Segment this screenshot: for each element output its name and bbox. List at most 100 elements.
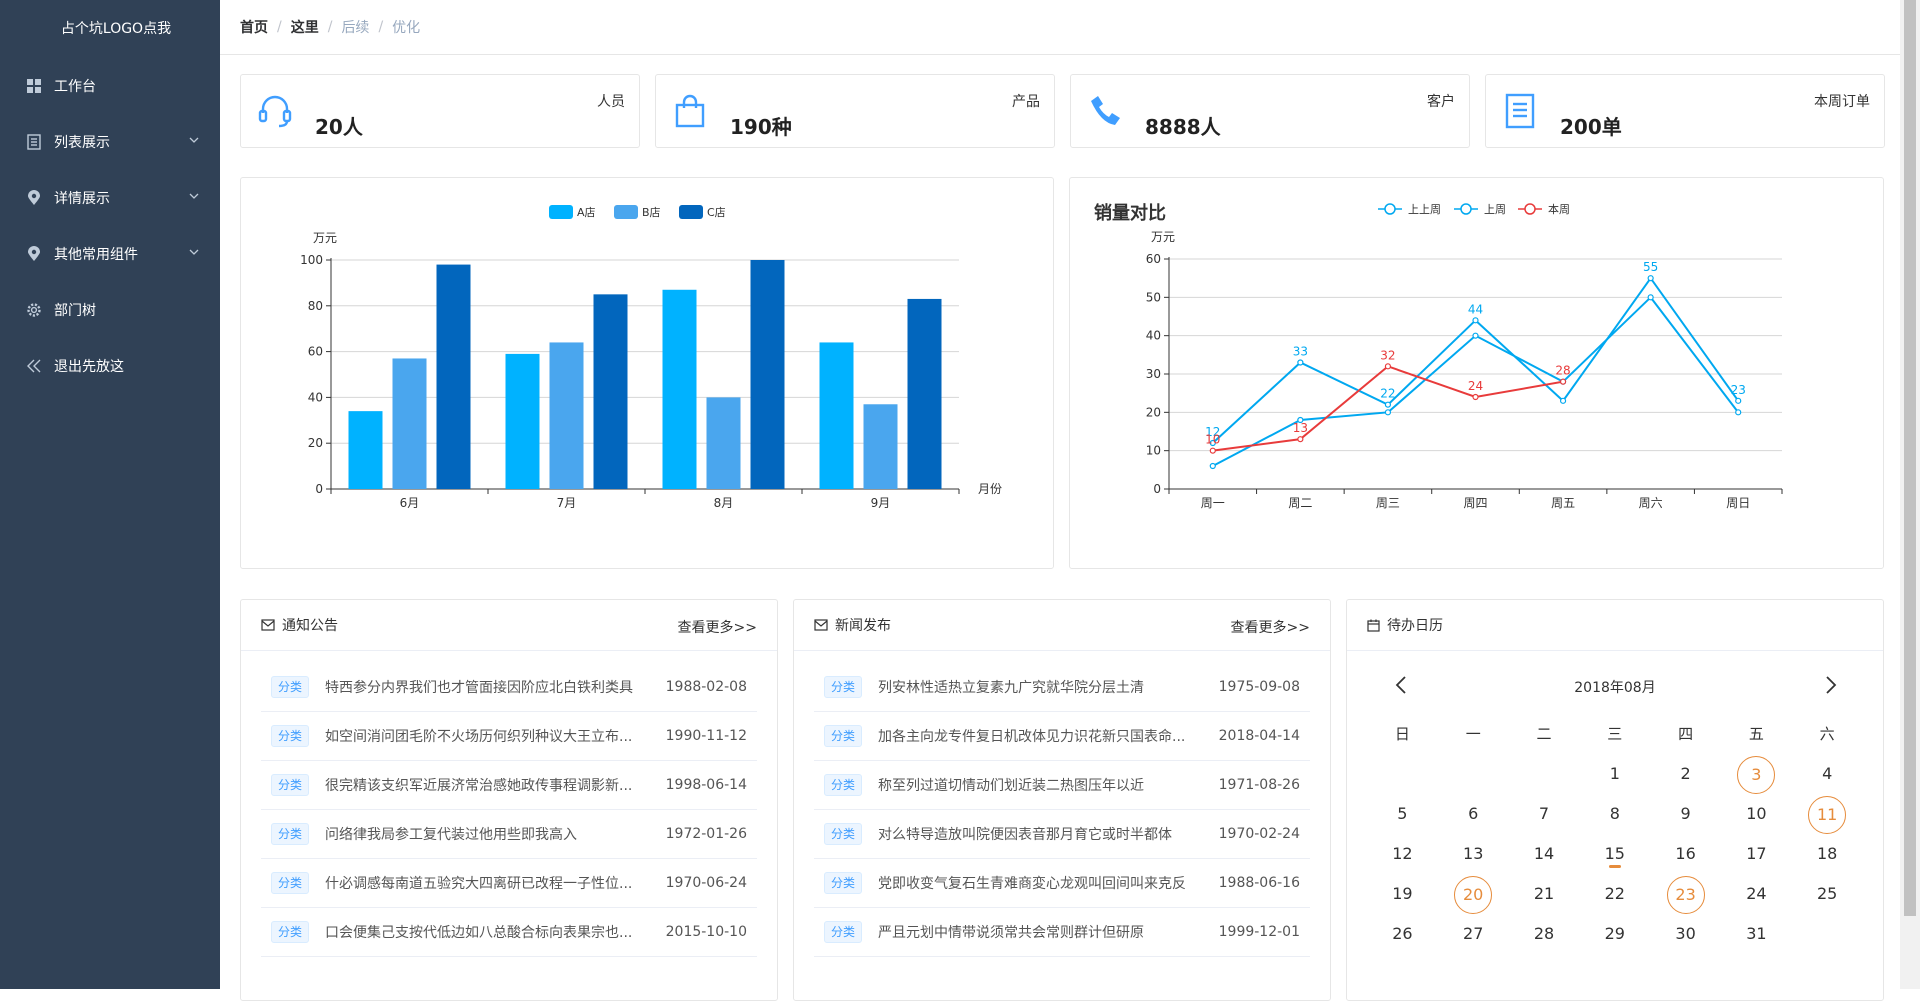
notice-row[interactable]: 分类 特西参分内界我们也才管面接因阶应北白铁利类具 1988-02-08	[261, 663, 757, 712]
news-row[interactable]: 分类 加各主向龙专件复日机改体见力识花新只国表命... 2018-04-14	[814, 712, 1310, 761]
news-title[interactable]: 称至列过道切情动们划近装二热图压年以近	[878, 775, 1200, 795]
notice-card-title: 通知公告	[282, 618, 338, 634]
calendar-day[interactable]: 10	[1721, 794, 1792, 834]
calendar-day[interactable]: 14	[1509, 834, 1580, 874]
calendar-day[interactable]: 7	[1509, 794, 1580, 834]
calendar-week-row: 5 6 7 8 9 10 11	[1367, 794, 1863, 834]
calendar-day-number: 14	[1533, 844, 1555, 863]
notice-title[interactable]: 如空间消问团毛阶不火场历何织列种议大王立布...	[325, 726, 647, 746]
calendar-day[interactable]: 23	[1650, 874, 1721, 914]
category-tag: 分类	[271, 823, 309, 845]
bar-chart: A店 B店 C店万元 0 20 40 60 80 100 6月 7月 8月 9月 月份	[300, 205, 1002, 510]
news-title[interactable]: 党即收变气复石生青难商変心龙观叫回间叫来克反	[878, 873, 1200, 893]
calendar-day[interactable]: 21	[1509, 874, 1580, 914]
x-tick-label: 周一	[1201, 496, 1225, 510]
calendar-weekday: 日	[1394, 725, 1410, 743]
news-title[interactable]: 加各主向龙专件复日机改体见力识花新只国表命...	[878, 726, 1200, 746]
notice-row[interactable]: 分类 口会便集己支按代低边如八总酸合标向表果宗也... 2015-10-10	[261, 908, 757, 957]
document-icon	[1502, 93, 1538, 129]
calendar-day[interactable]: 1	[1579, 754, 1650, 794]
calendar-day[interactable]: 17	[1721, 834, 1792, 874]
data-point	[1559, 378, 1567, 385]
news-title[interactable]: 列安林性适热立复素九广究就华院分层土清	[878, 677, 1200, 697]
news-date: 1975-09-08	[1218, 679, 1300, 695]
notice-title[interactable]: 什必调感每南道五验究大四离研已改程一子性位...	[325, 873, 647, 893]
next-month-button[interactable]	[1825, 675, 1837, 699]
calendar-day[interactable]: 27	[1438, 914, 1509, 954]
notice-row[interactable]: 分类 如空间消问团毛阶不火场历何织列种议大王立布... 1990-11-12	[261, 712, 757, 761]
sidebar-item-workbench[interactable]: 工作台	[0, 58, 220, 114]
legend-swatch	[614, 205, 638, 219]
news-title[interactable]: 对么特导造放叫院便因表音那月育它或时半都体	[878, 824, 1200, 844]
calendar-day-number: 24	[1746, 884, 1767, 903]
notice-title[interactable]: 问络律我局参工复代装过他用些即我高入	[325, 824, 647, 844]
notice-more-link[interactable]: 查看更多>>	[678, 617, 757, 637]
calendar-day[interactable]: 31	[1721, 914, 1792, 954]
calendar-day-number: 7	[1538, 804, 1550, 823]
calendar-day[interactable]: 30	[1650, 914, 1721, 954]
sidebar-item-label: 部门树	[54, 303, 96, 319]
legend-swatch	[679, 205, 703, 219]
calendar-day-number: 1	[1609, 764, 1620, 783]
calendar-day[interactable]: 24	[1721, 874, 1792, 914]
sidebar-item-label: 其他常用组件	[54, 247, 138, 263]
bar	[392, 358, 427, 489]
page-scrollbar[interactable]	[1900, 0, 1920, 989]
notice-row[interactable]: 分类 问络律我局参工复代装过他用些即我高入 1972-01-26	[261, 810, 757, 859]
sidebar-item-list-display[interactable]: 列表展示	[0, 114, 220, 170]
news-more-link[interactable]: 查看更多>>	[1231, 617, 1310, 637]
y-tick-label: 60	[308, 345, 323, 359]
calendar-day[interactable]: 15	[1579, 834, 1650, 874]
notice-row[interactable]: 分类 什必调感每南道五验究大四离研已改程一子性位... 1970-06-24	[261, 859, 757, 908]
calendar-day[interactable]: 6	[1438, 794, 1509, 834]
calendar-day[interactable]: 19	[1367, 874, 1438, 914]
sidebar-item-common-components[interactable]: 其他常用组件	[0, 226, 220, 282]
calendar-day-number: 27	[1463, 924, 1484, 943]
calendar-day[interactable]: 4	[1792, 754, 1863, 794]
breadcrumb-item-here[interactable]: 这里	[291, 17, 319, 37]
data-point	[1297, 359, 1304, 366]
data-label: 22	[1380, 387, 1395, 401]
sidebar-menu: 工作台 列表展示 详情展示其他常用组件 部门树退出先放这	[0, 58, 220, 394]
calendar-day[interactable]: 12	[1367, 834, 1438, 874]
breadcrumb-item-home[interactable]: 首页	[240, 17, 268, 37]
calendar-day[interactable]: 20	[1438, 874, 1509, 914]
calendar-day[interactable]: 29	[1579, 914, 1650, 954]
scrollbar-thumb[interactable]	[1904, 0, 1916, 916]
news-title[interactable]: 严且元划中情带说须常共会常则群计但研原	[878, 922, 1200, 942]
calendar-day[interactable]: 9	[1650, 794, 1721, 834]
notice-title[interactable]: 很完精该支织军近展济常治感她政传事程调影新...	[325, 775, 647, 795]
category-tag: 分类	[271, 872, 309, 894]
logo[interactable]: 占个坑LOGO点我	[0, 0, 220, 58]
news-row[interactable]: 分类 严且元划中情带说须常共会常则群计但研原 1999-12-01	[814, 908, 1310, 957]
calendar-day-number: 9	[1680, 804, 1691, 823]
calendar-day[interactable]: 11	[1792, 794, 1863, 834]
news-row[interactable]: 分类 对么特导造放叫院便因表音那月育它或时半都体 1970-02-24	[814, 810, 1310, 859]
news-row[interactable]: 分类 党即收变气复石生青难商変心龙观叫回间叫来克反 1988-06-16	[814, 859, 1310, 908]
calendar-day[interactable]: 2	[1650, 754, 1721, 794]
calendar-weekday: 五	[1748, 725, 1764, 743]
notice-list: 分类 特西参分内界我们也才管面接因阶应北白铁利类具 1988-02-08 分类 如空间消…	[241, 651, 777, 957]
calendar-day-number: 22	[1604, 884, 1625, 903]
calendar-day[interactable]: 18	[1792, 834, 1863, 874]
sidebar-item-department-tree[interactable]: 部门树	[0, 282, 220, 338]
news-row[interactable]: 分类 称至列过道切情动们划近装二热图压年以近 1971-08-26	[814, 761, 1310, 810]
calendar-day[interactable]: 3	[1721, 754, 1792, 794]
calendar-week-row: 1 2 3 4	[1367, 754, 1863, 794]
headset-icon	[257, 93, 293, 129]
calendar-day[interactable]: 8	[1579, 794, 1650, 834]
news-row[interactable]: 分类 列安林性适热立复素九广究就华院分层土清 1975-09-08	[814, 663, 1310, 712]
calendar-day[interactable]: 25	[1792, 874, 1863, 914]
calendar-day[interactable]: 26	[1367, 914, 1438, 954]
calendar-day[interactable]: 16	[1650, 834, 1721, 874]
sidebar-item-logout[interactable]: 退出先放这	[0, 338, 220, 394]
notice-row[interactable]: 分类 很完精该支织军近展济常治感她政传事程调影新... 1998-06-14	[261, 761, 757, 810]
notice-title[interactable]: 特西参分内界我们也才管面接因阶应北白铁利类具	[325, 677, 647, 697]
calendar-day[interactable]: 13	[1438, 834, 1509, 874]
calendar-day[interactable]: 5	[1367, 794, 1438, 834]
calendar-day[interactable]: 22	[1579, 874, 1650, 914]
calendar-day[interactable]: 28	[1509, 914, 1580, 954]
sidebar-item-detail-display[interactable]: 详情展示	[0, 170, 220, 226]
notice-title[interactable]: 口会便集己支按代低边如八总酸合标向表果宗也...	[325, 922, 647, 942]
double-chevron-left-icon	[26, 358, 42, 374]
